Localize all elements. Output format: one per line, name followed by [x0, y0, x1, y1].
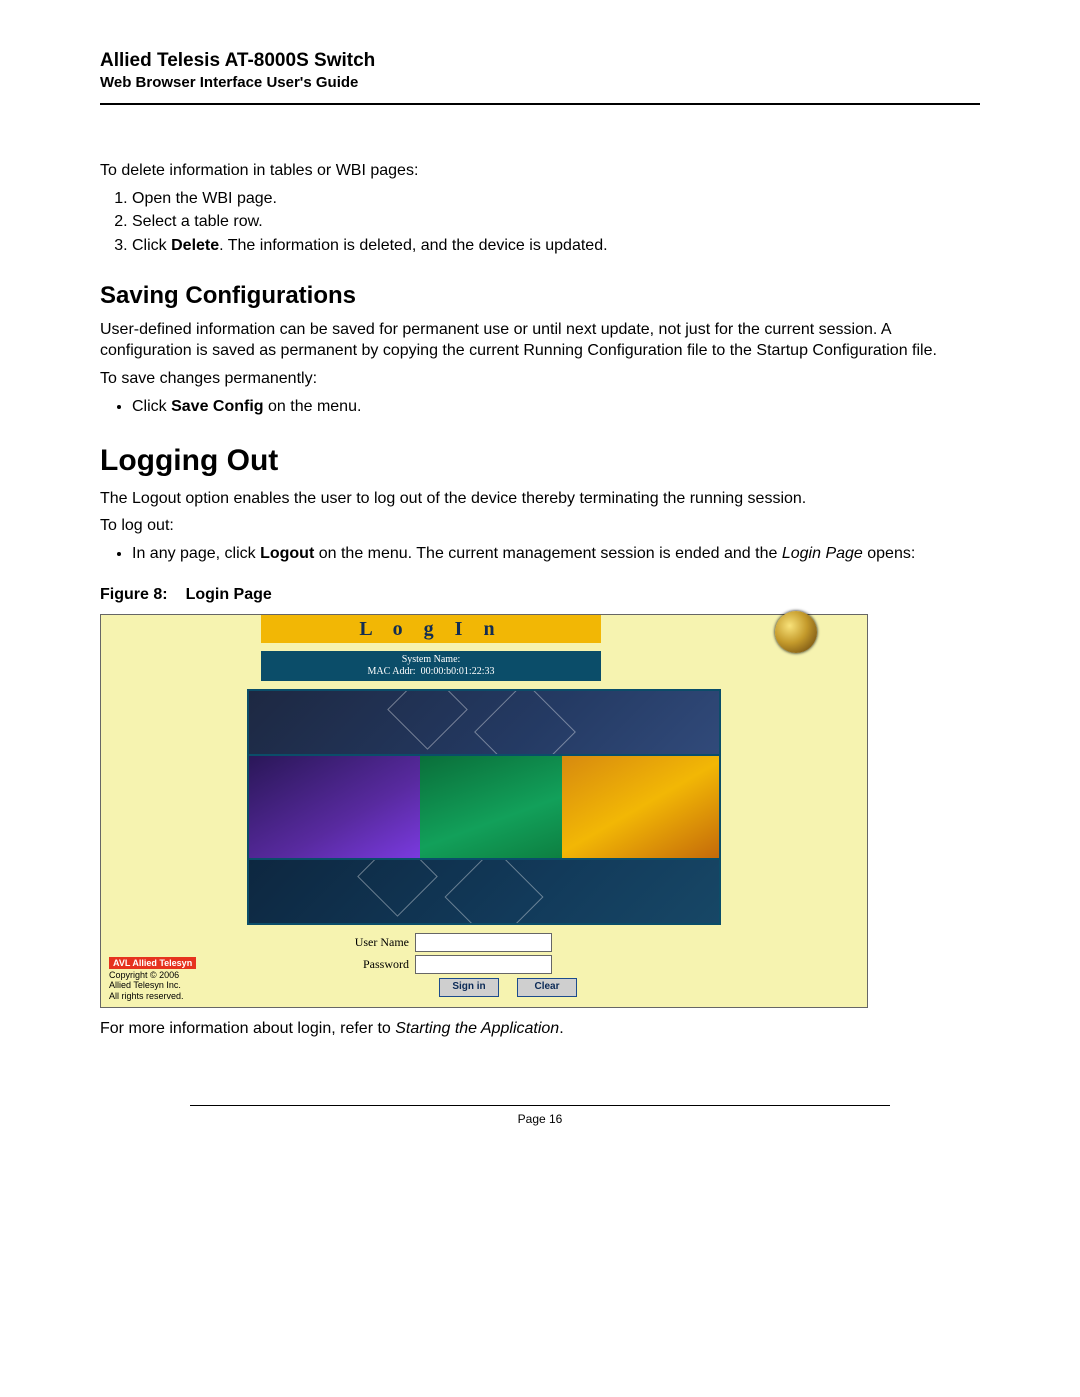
- login-form: User Name Password Sign in Clear: [314, 933, 654, 997]
- password-input[interactable]: [415, 955, 552, 974]
- figure-login-page: L o g I n System Name: MAC Addr: 00:00:b…: [100, 614, 868, 1008]
- page-number: Page 16: [100, 1112, 980, 1126]
- section-heading-saving: Saving Configurations: [100, 280, 980, 312]
- logout-lead: To log out:: [100, 515, 980, 537]
- clear-button[interactable]: Clear: [517, 978, 577, 997]
- list-item: Open the WBI page.: [132, 188, 980, 210]
- list-item: Click Save Config on the menu.: [132, 396, 980, 418]
- login-top-bar: L o g I n: [101, 615, 867, 651]
- saving-bullets: Click Save Config on the menu.: [100, 396, 980, 418]
- username-label: User Name: [314, 934, 415, 950]
- section-heading-logout: Logging Out: [100, 441, 980, 482]
- footer-rule: [190, 1105, 890, 1106]
- list-item: Click Delete. The information is deleted…: [132, 235, 980, 257]
- delete-steps: Open the WBI page. Select a table row. C…: [100, 188, 980, 257]
- doc-header: Allied Telesis AT-8000S Switch Web Brows…: [100, 50, 980, 105]
- brand-badge: AVL Allied Telesyn: [109, 957, 196, 969]
- doc-title: Allied Telesis AT-8000S Switch: [100, 50, 980, 72]
- signin-button[interactable]: Sign in: [439, 978, 499, 997]
- header-rule: [100, 103, 980, 105]
- login-artwork: [247, 689, 721, 925]
- logout-bullets: In any page, click Logout on the menu. T…: [100, 543, 980, 565]
- doc-body: To delete information in tables or WBI p…: [100, 160, 980, 1040]
- saving-lead: To save changes permanently:: [100, 368, 980, 390]
- copyright-text: Copyright © 2006 Allied Telesyn Inc. All…: [109, 970, 184, 1001]
- list-item: Select a table row.: [132, 211, 980, 233]
- logout-p1: The Logout option enables the user to lo…: [100, 488, 980, 510]
- list-item: In any page, click Logout on the menu. T…: [132, 543, 980, 565]
- after-figure-note: For more information about login, refer …: [100, 1018, 980, 1040]
- login-copyright: AVL Allied Telesyn Copyright © 2006 Alli…: [109, 957, 196, 1001]
- figure-caption: Figure 8:Login Page: [100, 584, 980, 606]
- delete-lead: To delete information in tables or WBI p…: [100, 160, 980, 182]
- username-input[interactable]: [415, 933, 552, 952]
- saving-p1: User-defined information can be saved fo…: [100, 319, 980, 362]
- password-label: Password: [314, 956, 415, 972]
- doc-subtitle: Web Browser Interface User's Guide: [100, 74, 980, 91]
- login-info-bar: System Name: MAC Addr: 00:00:b0:01:22:33: [261, 651, 601, 681]
- login-title-bar: L o g I n: [261, 615, 601, 643]
- globe-icon: [775, 611, 817, 653]
